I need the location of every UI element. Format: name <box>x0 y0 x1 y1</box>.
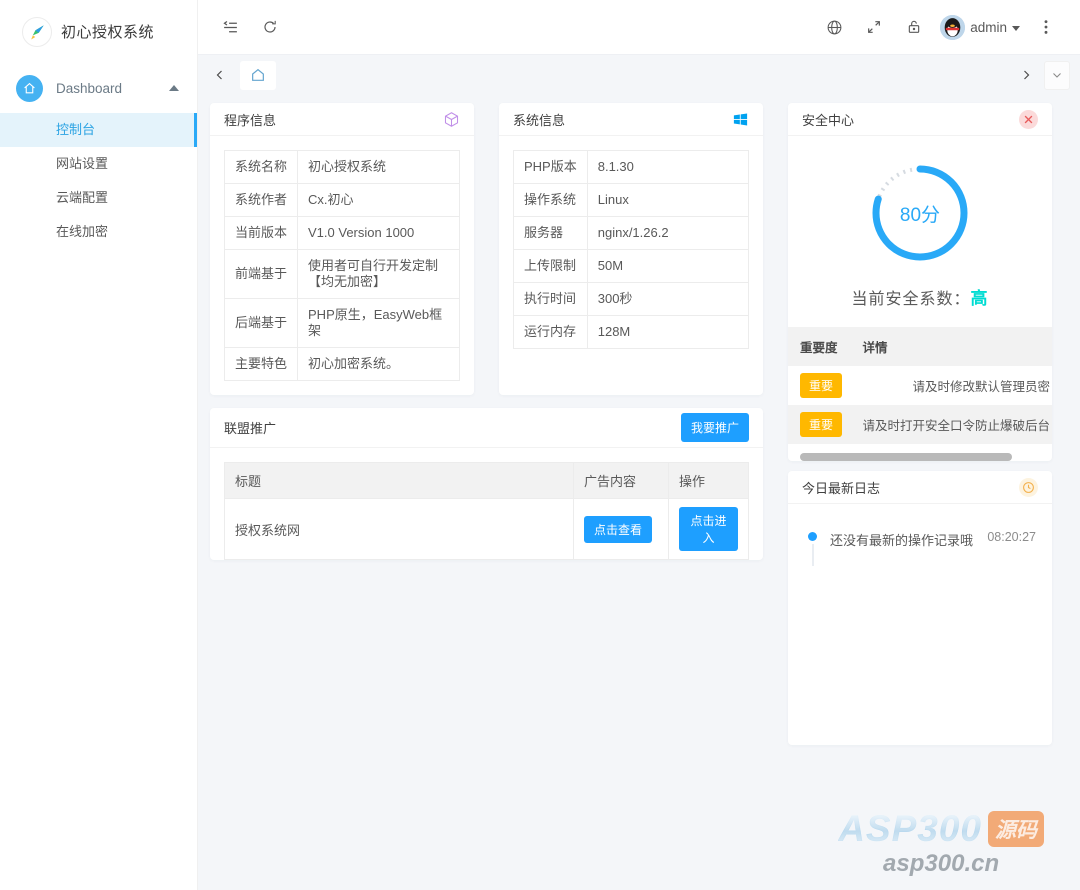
logs-title: 今日最新日志 <box>802 478 880 497</box>
table-row: 运行内存128M <box>514 316 749 349</box>
timeline-dot-icon <box>808 532 817 566</box>
table-row: 服务器nginx/1.26.2 <box>514 217 749 250</box>
importance-badge: 重要 <box>800 412 842 437</box>
promote-button[interactable]: 我要推广 <box>681 413 749 442</box>
table-row: 重要 请及时修改默认管理员密 <box>788 366 1052 405</box>
clock-icon <box>1019 478 1038 497</box>
log-entry: 还没有最新的操作记录哦 08:20:27 <box>788 504 1052 566</box>
promo-title: 联盟推广 <box>224 418 276 437</box>
globe-icon[interactable] <box>814 7 854 47</box>
promo-col-title: 标题 <box>225 463 574 499</box>
table-row: 后端基于PHP原生，EasyWeb框架 <box>225 299 460 348</box>
security-score-area: 80分 当前安全系数：高 <box>788 136 1052 309</box>
username-label: admin <box>970 20 1007 35</box>
chevron-up-icon <box>169 85 179 91</box>
tabs-menu-button[interactable] <box>1044 61 1070 90</box>
tabs-scroll-right-icon[interactable] <box>1014 62 1038 88</box>
tab-home[interactable] <box>240 61 276 90</box>
program-info-card: 程序信息 系统名称初心授权系统 系统作者Cx.初心 当前版本 <box>210 103 474 395</box>
security-title: 安全中心 <box>802 110 854 129</box>
sidebar-group-dashboard[interactable]: Dashboard <box>0 63 197 113</box>
promo-col-action: 操作 <box>669 463 749 499</box>
security-factor: 当前安全系数：高 <box>788 284 1052 309</box>
security-score-label: 80分 <box>865 158 975 268</box>
importance-badge: 重要 <box>800 373 842 398</box>
refresh-icon[interactable] <box>250 7 290 47</box>
enter-site-button[interactable]: 点击进入 <box>679 507 738 551</box>
system-info-card: 系统信息 PHP版本8.1.30 操作系统Linux 服务器 <box>499 103 763 395</box>
security-score-gauge: 80分 <box>865 158 975 268</box>
table-row: 操作系统Linux <box>514 184 749 217</box>
security-detail: 请及时修改默认管理员密 <box>850 366 1052 405</box>
table-row: 上传限制50M <box>514 250 749 283</box>
close-icon[interactable] <box>1019 110 1038 129</box>
security-center-card: 安全中心 80分 当前安全系数：高 <box>788 103 1052 461</box>
log-time: 08:20:27 <box>987 530 1036 544</box>
table-row: 授权系统网 点击查看 点击进入 <box>225 499 749 560</box>
sidebar-group-label: Dashboard <box>56 81 122 96</box>
rocket-logo-icon <box>22 17 52 47</box>
promo-col-ad: 广告内容 <box>574 463 669 499</box>
today-logs-card: 今日最新日志 还没有最新的操作记录哦 08:20:27 <box>788 471 1052 745</box>
main-area: admin <box>198 0 1080 890</box>
table-row: 前端基于使用者可自行开发定制【均无加密】 <box>225 250 460 299</box>
security-col-importance: 重要度 <box>788 327 850 366</box>
log-text: 还没有最新的操作记录哦 <box>830 530 973 549</box>
home-icon <box>16 75 43 102</box>
chevron-down-icon <box>1012 26 1020 31</box>
security-issues-table: 重要度 详情 重要 请及时修改默认管理员密 重要 请及时打开安全口令防止爆破后台 <box>788 327 1052 444</box>
view-ad-button[interactable]: 点击查看 <box>584 516 652 543</box>
sidebar-item-online-encrypt[interactable]: 在线加密 <box>0 215 197 249</box>
system-info-table: PHP版本8.1.30 操作系统Linux 服务器nginx/1.26.2 上传… <box>513 150 749 349</box>
table-row: 执行时间300秒 <box>514 283 749 316</box>
cube-icon <box>443 111 460 128</box>
promo-card: 联盟推广 我要推广 标题 广告内容 操作 授权系统网 点击查看 点击进入 <box>210 408 763 560</box>
table-row: 主要特色初心加密系统。 <box>225 348 460 381</box>
user-menu[interactable]: admin <box>934 15 1026 40</box>
windows-icon <box>732 111 749 128</box>
fullscreen-icon[interactable] <box>854 7 894 47</box>
promo-table: 标题 广告内容 操作 授权系统网 点击查看 点击进入 <box>224 462 749 560</box>
app-window: 初心授权系统 Dashboard 控制台 网站设置 云端配置 在线加密 <box>0 0 1080 890</box>
collapse-sidebar-icon[interactable] <box>210 7 250 47</box>
top-navbar: admin <box>198 0 1080 55</box>
more-options-icon[interactable] <box>1026 7 1066 47</box>
system-info-title: 系统信息 <box>513 110 565 129</box>
tab-bar <box>198 55 1080 95</box>
avatar <box>940 15 965 40</box>
home-tab-icon <box>250 67 266 83</box>
logo-row: 初心授权系统 <box>0 0 197 63</box>
dashboard-content: 程序信息 系统名称初心授权系统 系统作者Cx.初心 当前版本 <box>198 95 1080 890</box>
horizontal-scrollbar[interactable] <box>800 453 1012 461</box>
sidebar: 初心授权系统 Dashboard 控制台 网站设置 云端配置 在线加密 <box>0 0 198 890</box>
table-row: 当前版本V1.0 Version 1000 <box>225 217 460 250</box>
sidebar-item-site-settings[interactable]: 网站设置 <box>0 147 197 181</box>
table-row: 重要 请及时打开安全口令防止爆破后台 <box>788 405 1052 444</box>
tabs-scroll-left-icon[interactable] <box>208 62 232 88</box>
app-title: 初心授权系统 <box>61 21 154 42</box>
table-row: 系统作者Cx.初心 <box>225 184 460 217</box>
sidebar-item-console[interactable]: 控制台 <box>0 113 197 147</box>
program-info-title: 程序信息 <box>224 110 276 129</box>
security-detail: 请及时打开安全口令防止爆破后台 <box>850 405 1052 444</box>
security-col-detail: 详情 <box>850 327 1052 366</box>
promo-row-title: 授权系统网 <box>225 499 574 560</box>
table-row: 系统名称初心授权系统 <box>225 151 460 184</box>
sidebar-item-cloud-config[interactable]: 云端配置 <box>0 181 197 215</box>
security-factor-value: 高 <box>971 289 989 308</box>
program-info-table: 系统名称初心授权系统 系统作者Cx.初心 当前版本V1.0 Version 10… <box>224 150 460 381</box>
lock-icon[interactable] <box>894 7 934 47</box>
table-row: PHP版本8.1.30 <box>514 151 749 184</box>
